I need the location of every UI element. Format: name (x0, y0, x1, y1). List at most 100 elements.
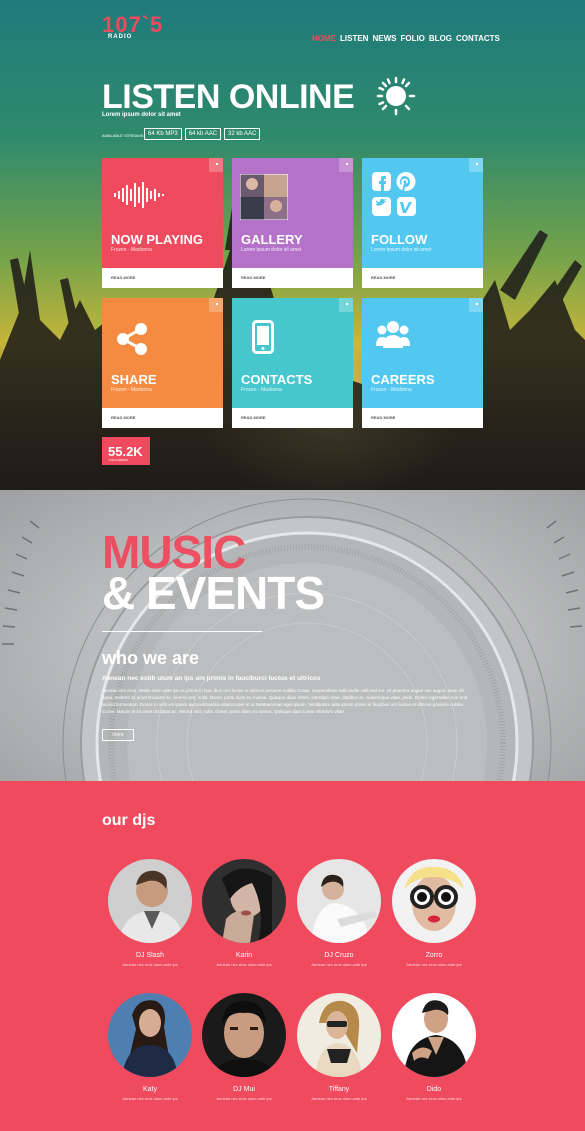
avatar (108, 993, 192, 1077)
tick-ring-graphic (2, 520, 583, 645)
dj-card[interactable]: DJ Cruzo Aenean nec eros ulum ante ips (294, 859, 384, 967)
dj-photo (297, 859, 381, 943)
nav-contacts[interactable]: CONTACTS (456, 34, 500, 43)
tile-contacts[interactable]: CONTACTS Frozen - Madonna READ MORE (232, 298, 353, 428)
tile-careers[interactable]: CAREERS Frozen - Madonna READ MORE (362, 298, 483, 428)
read-more-link[interactable]: READ MORE (371, 415, 395, 420)
stream-options: 64 Kb MP3 64 kb AAC 32 kb AAC (144, 128, 261, 140)
dj-card[interactable]: Tiffany Aenean nec eros ulum ante ips (294, 993, 384, 1101)
dj-name: Katy (142, 1086, 157, 1093)
dj-card[interactable]: DJ Mui Aenean nec eros ulum ante ips (199, 993, 289, 1101)
dj-description: Aenean nec eros ulum ante ips (311, 1096, 367, 1101)
who-we-are-text: Aenean nec eros. Vestib ulum ante ips us… (102, 688, 468, 714)
tile-share[interactable]: SHARE Frozen - Madonna READ MORE (102, 298, 223, 428)
tile-title: CAREERS (371, 372, 435, 387)
photo-icon (240, 174, 288, 220)
tile-subtitle: Frozen - Madonna (111, 387, 152, 393)
dj-name: DJ Slash (135, 952, 164, 959)
dj-description: Aenean nec eros ulum ante ips (122, 962, 178, 967)
avatar (297, 993, 381, 1077)
who-we-are-heading: who we are (102, 648, 200, 668)
nav-listen[interactable]: LISTEN (340, 34, 368, 43)
tile-footer: READ MORE (232, 408, 353, 428)
avatar (108, 859, 192, 943)
share-icon (117, 323, 147, 355)
hero-subtitle: Lorem ipsum dolor sit amet (102, 112, 181, 118)
tile-title: FOLLOW (371, 232, 428, 247)
dj-description: Aenean nec eros ulum ante ips (311, 962, 367, 967)
tile-title: NOW PLAYING (111, 232, 203, 247)
tile-title: CONTACTS (241, 372, 313, 387)
read-more-link[interactable]: READ MORE (111, 275, 135, 280)
tile-footer: READ MORE (102, 268, 223, 288)
tile-follow[interactable]: FOLLOW Lorem ipsum dolor sit amet READ M… (362, 158, 483, 288)
nav-folio[interactable]: FOLIO (400, 34, 424, 43)
nav-home[interactable]: HOME (312, 34, 336, 43)
tile-subtitle: Lorem ipsum dolor sit amet (241, 247, 302, 253)
dj-name: DJ Cruzo (324, 952, 354, 959)
dj-card[interactable]: Zorro Aenean nec eros ulum ante ips (389, 859, 479, 967)
dj-name: Tiffany (328, 1086, 350, 1093)
dj-photo (108, 859, 192, 943)
read-more-link[interactable]: READ MORE (111, 415, 135, 420)
divider (102, 631, 262, 632)
tile-now-playing[interactable]: NOW PLAYING Frozen - Madonna READ MORE (102, 158, 223, 288)
tile-footer: READ MORE (102, 408, 223, 428)
dj-photo (297, 993, 381, 1077)
tile-footer: READ MORE (362, 268, 483, 288)
tile-footer: READ MORE (232, 268, 353, 288)
read-more-link[interactable]: READ MORE (371, 275, 395, 280)
dj-description: Aenean nec eros ulum ante ips (122, 1096, 178, 1101)
stream-32-aac[interactable]: 32 kb AAC (224, 128, 261, 140)
dj-description: Aenean nec eros ulum ante ips (216, 962, 272, 967)
avatar (202, 993, 286, 1077)
dj-name: DJ Mui (233, 1086, 255, 1093)
tile-subtitle: Frozen - Madonna (371, 387, 412, 393)
dj-card[interactable]: Katy Aenean nec eros ulum ante ips (105, 993, 195, 1101)
tile-title: SHARE (111, 372, 157, 387)
counter-label: FOLLOWERS (109, 458, 128, 462)
avatar (392, 993, 476, 1077)
corner-marker (339, 298, 353, 312)
tile-footer: READ MORE (362, 408, 483, 428)
dj-description: Aenean nec eros ulum ante ips (406, 962, 462, 967)
corner-marker (209, 158, 223, 172)
dj-photo (392, 993, 476, 1077)
read-more-link[interactable]: READ MORE (241, 275, 265, 280)
social-icons (372, 172, 416, 216)
more-button[interactable]: more (102, 729, 134, 741)
logo-subtitle: RADIO (108, 34, 133, 40)
counter-value: 55.2K (108, 444, 143, 459)
sun-icon (376, 76, 416, 116)
dj-description: Aenean nec eros ulum ante ips (216, 1096, 272, 1101)
phone-icon (252, 320, 274, 354)
dj-photo (108, 993, 192, 1077)
djs-title: our djs (102, 812, 156, 829)
read-more-link[interactable]: READ MORE (241, 415, 265, 420)
corner-marker (209, 298, 223, 312)
dj-card[interactable]: Karin Aenean nec eros ulum ante ips (199, 859, 289, 967)
stream-64-mp3[interactable]: 64 Kb MP3 (144, 128, 182, 140)
who-we-are-lead: Aenean nec estib ulum an ips um primis i… (102, 675, 321, 682)
events-section: MUSIC & EVENTS who we are Aenean nec est… (0, 490, 585, 781)
dj-card[interactable]: DJ Slash Aenean nec eros ulum ante ips (105, 859, 195, 967)
dj-card[interactable]: Dido Aenean nec eros ulum ante ips (389, 993, 479, 1101)
followers-counter: 55.2K FOLLOWERS (102, 437, 150, 465)
nav-news[interactable]: NEWS (372, 34, 396, 43)
logo[interactable]: 107`5 (102, 14, 163, 36)
tile-subtitle: Frozen - Madonna (111, 247, 152, 253)
stream-64-aac[interactable]: 64 kb AAC (184, 128, 222, 140)
tile-subtitle: Frozen - Madonna (241, 387, 282, 393)
corner-marker (469, 158, 483, 172)
people-icon (376, 321, 410, 348)
dj-photo (392, 859, 476, 943)
dj-photo (202, 993, 286, 1077)
corner-marker (469, 298, 483, 312)
avatar (392, 859, 476, 943)
main-nav: HOME LISTEN NEWS FOLIO BLOG CONTACTS (312, 34, 500, 43)
djs-section: our djs DJ Slash Aenean nec eros ulum an… (0, 781, 585, 1131)
dj-name: Karin (235, 952, 253, 959)
tile-subtitle: Lorem ipsum dolor sit amet (371, 247, 432, 253)
tile-gallery[interactable]: GALLERY Lorem ipsum dolor sit amet READ … (232, 158, 353, 288)
nav-blog[interactable]: BLOG (429, 34, 452, 43)
